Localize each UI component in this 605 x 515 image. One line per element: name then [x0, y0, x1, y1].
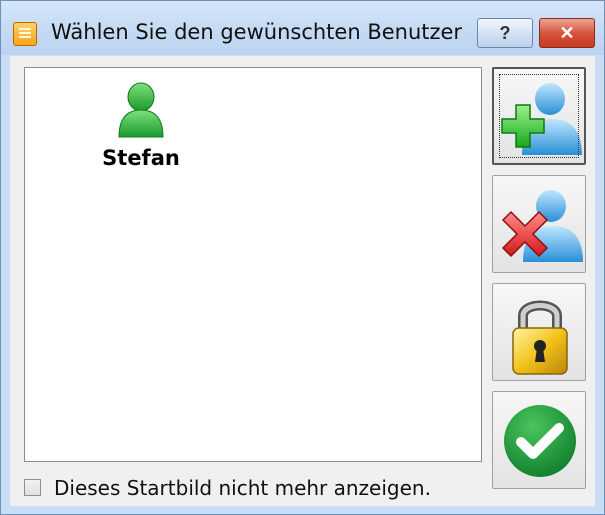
user-icon — [118, 82, 164, 138]
remove-user-icon — [501, 190, 583, 262]
add-user-button[interactable] — [492, 67, 586, 165]
help-button[interactable]: ? — [477, 18, 533, 48]
user-list[interactable]: Stefan — [24, 67, 482, 462]
user-selection-dialog: Wählen Sie den gewünschten Benutzer ? ✕ … — [0, 0, 605, 515]
app-icon — [13, 22, 37, 46]
confirm-button[interactable] — [492, 391, 586, 489]
dialog-body: Stefan Dieses Startbild nicht mehr anzei… — [10, 56, 595, 506]
hide-startscreen-label[interactable]: Dieses Startbild nicht mehr anzeigen. — [54, 476, 431, 500]
list-item[interactable]: Stefan — [91, 82, 191, 172]
checkmark-icon — [504, 405, 576, 477]
title-bar: Wählen Sie den gewünschten Benutzer ? ✕ — [1, 1, 604, 55]
hide-startscreen-checkbox[interactable] — [24, 479, 41, 496]
add-user-icon — [501, 83, 582, 155]
lock-button[interactable] — [492, 283, 586, 381]
hide-startscreen-option[interactable]: Dieses Startbild nicht mehr anzeigen. — [24, 474, 484, 504]
close-button[interactable]: ✕ — [539, 18, 595, 48]
user-name: Stefan — [102, 146, 180, 170]
padlock-icon — [512, 300, 568, 375]
remove-user-button[interactable] — [492, 175, 586, 273]
window-title: Wählen Sie den gewünschten Benutzer — [51, 20, 463, 44]
